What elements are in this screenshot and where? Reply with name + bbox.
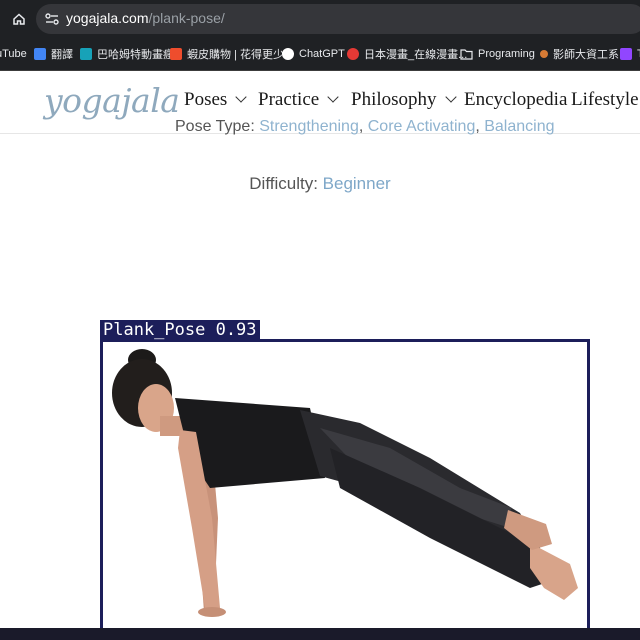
bookmark-translate[interactable]: 翻譯 <box>34 46 73 62</box>
chevron-down-icon <box>444 91 457 103</box>
bookmark-manga[interactable]: 日本漫畫_在線漫畫... <box>347 46 467 62</box>
browser-address-bar: yogajala.com/plank-pose/ <box>0 0 640 38</box>
bahamut-icon <box>80 48 92 60</box>
bookmark-bahamut[interactable]: 巴哈姆特動畫瘋 <box>80 46 174 62</box>
bookmark-shopee[interactable]: 蝦皮購物 | 花得更少... <box>170 46 293 62</box>
bottom-image-strip <box>0 628 640 640</box>
bookmarks-bar: uTube 翻譯 巴哈姆特動畫瘋 蝦皮購物 | 花得更少... ChatGPT … <box>0 38 640 71</box>
pose-type-link-core[interactable]: Core Activating <box>368 118 476 135</box>
translate-icon <box>34 48 46 60</box>
bookmark-icon <box>540 50 548 58</box>
detection-box <box>100 339 590 632</box>
bookmark-youtube[interactable]: uTube <box>0 46 27 62</box>
chatgpt-icon <box>282 48 294 60</box>
chevron-down-icon <box>235 91 247 103</box>
bookmark-cs-dept[interactable]: 影師大資工系 <box>540 46 619 62</box>
nav-philosophy[interactable]: Philosophy <box>351 89 457 111</box>
difficulty-link[interactable]: Beginner <box>323 174 391 193</box>
shopee-icon <box>170 48 182 60</box>
pose-type: Pose Type: Strengthening, Core Activatin… <box>175 118 555 135</box>
nav-encyclopedia[interactable]: Encyclopedia <box>464 89 567 111</box>
manga-icon <box>347 48 359 60</box>
difficulty-label: Difficulty: <box>249 174 323 193</box>
site-info-icon[interactable] <box>42 9 62 29</box>
detection-label: Plank_Pose 0.93 <box>100 320 260 340</box>
url-host: yogajala.com <box>66 10 149 26</box>
pose-type-link-strengthening[interactable]: Strengthening <box>259 118 359 135</box>
bookmark-chatgpt[interactable]: ChatGPT <box>282 46 345 62</box>
folder-icon <box>460 49 473 60</box>
difficulty: Difficulty: Beginner <box>0 174 640 194</box>
url-path: /plank-pose/ <box>148 10 225 26</box>
nav-lifestyle[interactable]: Lifestyle <box>571 89 639 111</box>
pose-type-link-balancing[interactable]: Balancing <box>484 118 554 135</box>
pose-type-label: Pose Type: <box>175 118 260 135</box>
url-text[interactable]: yogajala.com/plank-pose/ <box>66 10 225 26</box>
nav-practice[interactable]: Practice <box>258 89 339 111</box>
bookmark-folder-programing[interactable]: Programing <box>460 46 535 62</box>
nav-poses[interactable]: Poses <box>184 89 247 111</box>
twitch-icon <box>620 48 632 60</box>
site-logo[interactable]: yogajala <box>44 81 180 120</box>
chevron-down-icon <box>327 91 339 103</box>
bookmark-twitch[interactable]: T <box>620 46 640 62</box>
home-icon[interactable] <box>8 8 30 30</box>
